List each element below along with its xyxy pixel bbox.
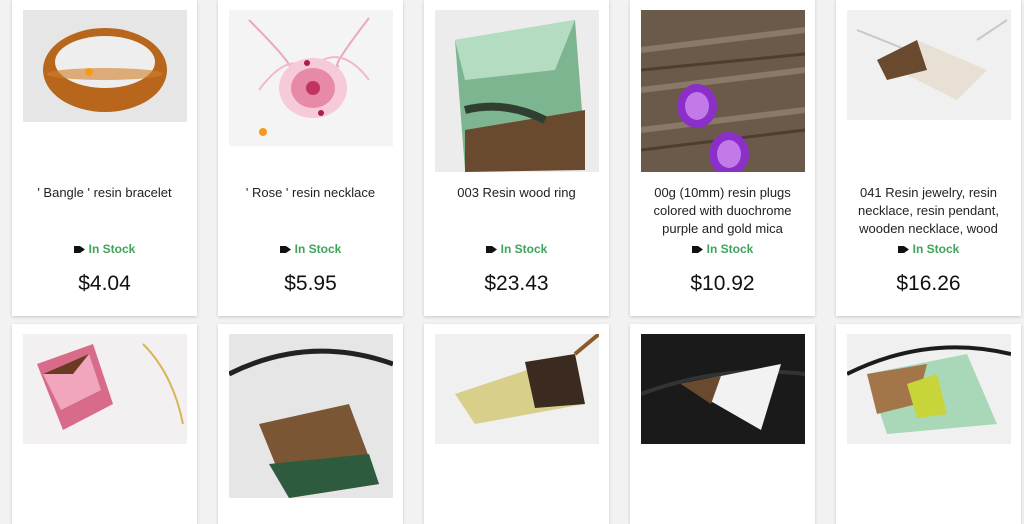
product-grid: ' Bangle ' resin bracelet In Stock $4.04… xyxy=(0,0,1024,524)
stock-status: In Stock xyxy=(218,242,403,256)
product-price: $23.43 xyxy=(484,272,549,295)
product-card[interactable]: ' Bangle ' resin bracelet In Stock $4.04 xyxy=(12,0,197,316)
stock-status: In Stock xyxy=(836,242,1021,256)
product-card[interactable] xyxy=(424,324,609,524)
product-image-wood-ring[interactable] xyxy=(435,10,599,172)
product-card[interactable]: 041 Resin jewelry, resin necklace, resin… xyxy=(836,0,1021,316)
product-image-clear-pendant[interactable] xyxy=(847,10,1011,120)
product-card[interactable] xyxy=(836,324,1021,524)
product-name[interactable]: ' Bangle ' resin bracelet xyxy=(20,184,189,238)
product-card[interactable]: ' Rose ' resin necklace In Stock $5.95 xyxy=(218,0,403,316)
product-name[interactable]: ' Rose ' resin necklace xyxy=(226,184,395,238)
product-price: $4.04 xyxy=(78,272,131,295)
product-image-bangle[interactable] xyxy=(23,10,187,122)
product-price: $5.95 xyxy=(284,272,337,295)
product-card[interactable] xyxy=(630,324,815,524)
product-card[interactable] xyxy=(218,324,403,524)
tag-icon xyxy=(897,246,909,253)
product-name[interactable]: 041 Resin jewelry, resin necklace, resin… xyxy=(844,184,1013,238)
tag-icon xyxy=(73,246,85,253)
tag-icon xyxy=(485,246,497,253)
product-image-pink-pendant[interactable] xyxy=(23,334,187,444)
product-image-yellow-horn[interactable] xyxy=(435,334,599,444)
product-image-mint-pendant[interactable] xyxy=(847,334,1011,444)
stock-status: In Stock xyxy=(630,242,815,256)
product-card[interactable] xyxy=(12,324,197,524)
product-price: $10.92 xyxy=(690,272,755,295)
stock-status: In Stock xyxy=(424,242,609,256)
stock-status: In Stock xyxy=(12,242,197,256)
product-price: $16.26 xyxy=(896,272,961,295)
tag-icon xyxy=(691,246,703,253)
tag-icon xyxy=(279,246,291,253)
product-name[interactable]: 00g (10mm) resin plugs colored with duoc… xyxy=(638,184,807,238)
product-card[interactable]: 003 Resin wood ring In Stock $23.43 xyxy=(424,0,609,316)
product-image-rose-necklace[interactable] xyxy=(229,10,393,146)
product-image-white-triangle[interactable] xyxy=(641,334,805,444)
product-image-resin-plugs[interactable] xyxy=(641,10,805,172)
product-card[interactable]: 00g (10mm) resin plugs colored with duoc… xyxy=(630,0,815,316)
product-image-wood-green-pendant[interactable] xyxy=(229,334,393,498)
product-name[interactable]: 003 Resin wood ring xyxy=(432,184,601,238)
